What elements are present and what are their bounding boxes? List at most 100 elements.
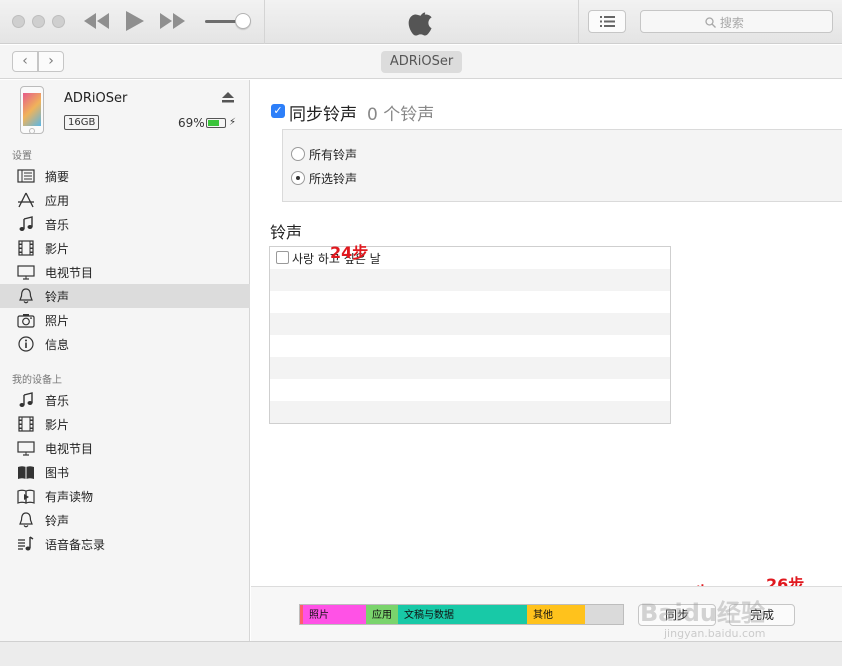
device-header[interactable]: ADRiOSer 16GB 69% ⚡ — [0, 80, 250, 142]
film-icon — [18, 416, 34, 432]
sidebar: ADRiOSer 16GB 69% ⚡ 设置 摘要 应用 音乐 影片 电视节目 铃声 照片信… — [0, 80, 250, 641]
sidebar-item-label: 电视节目 — [45, 442, 94, 456]
sidebar-item-label: 影片 — [45, 418, 70, 432]
main-panel: ✓ 同步铃声 0 个铃声 所有铃声 所选铃声 铃声 사랑 하고 싶은 날 — [251, 80, 842, 641]
sidebar-item[interactable]: 影片 — [0, 412, 250, 436]
apps-icon — [18, 192, 34, 208]
sidebar-item-label: 铃声 — [45, 290, 70, 304]
empty-list-row — [270, 335, 670, 357]
search-input[interactable]: 搜索 — [640, 10, 833, 33]
sidebar-item[interactable]: 照片 — [0, 308, 250, 332]
eject-icon[interactable] — [222, 92, 234, 103]
sidebar-item[interactable]: 影片 — [0, 236, 250, 260]
empty-list-row — [270, 379, 670, 401]
film-icon — [18, 240, 34, 256]
back-button[interactable]: ‹ — [12, 51, 38, 72]
device-name: ADRiOSer — [64, 91, 128, 106]
watermark: Baidu经验 — [640, 599, 765, 627]
search-placeholder: 搜索 — [719, 16, 744, 30]
radio-button[interactable] — [291, 147, 305, 161]
list-view-button[interactable] — [588, 10, 626, 33]
toolbar-divider — [264, 0, 265, 44]
sidebar-item-label: 信息 — [45, 338, 70, 352]
storage-segment: 其他 — [527, 605, 585, 624]
zoom-window-button[interactable] — [52, 15, 65, 28]
music-icon — [19, 216, 33, 231]
apple-logo-icon — [408, 12, 432, 36]
sidebar-item[interactable]: 有声读物 — [0, 484, 250, 508]
sidebar-item-label: 语音备忘录 — [45, 538, 106, 552]
camera-icon — [17, 314, 35, 328]
sidebar-item[interactable]: 信息 — [0, 332, 250, 356]
radio-all-label: 所有铃声 — [309, 148, 358, 162]
forward-button[interactable]: › — [38, 51, 64, 72]
search-icon — [705, 17, 716, 28]
sidebar-item[interactable]: 应用 — [0, 188, 250, 212]
storage-segment: 照片 — [303, 605, 366, 624]
sidebar-item[interactable]: 摘要 — [0, 164, 250, 188]
toolbar-divider — [578, 0, 579, 44]
ringtones-list: 사랑 하고 싶은 날 — [269, 246, 671, 424]
voice-memo-icon — [18, 536, 34, 551]
section-on-device: 我的设备上 — [12, 375, 62, 386]
sidebar-item-label: 影片 — [45, 242, 70, 256]
toolbar: 搜索 — [0, 0, 842, 44]
storage-segment: 应用 — [366, 605, 398, 624]
empty-list-row — [270, 313, 670, 335]
sidebar-item[interactable]: 铃声 — [0, 284, 250, 308]
sidebar-item[interactable]: 铃声 — [0, 508, 250, 532]
music-icon — [19, 392, 33, 407]
sidebar-item[interactable]: 语音备忘录 — [0, 532, 250, 556]
empty-list-row — [270, 357, 670, 379]
volume-slider-knob[interactable] — [235, 13, 251, 29]
play-icon[interactable] — [124, 11, 144, 31]
empty-list-row — [270, 269, 670, 291]
sidebar-item-label: 摘要 — [45, 170, 70, 184]
bell-icon — [19, 288, 33, 304]
empty-list-row — [270, 291, 670, 313]
sync-ringtones-label: 同步铃声 — [289, 105, 357, 125]
close-window-button[interactable] — [12, 15, 25, 28]
summary-icon — [17, 169, 35, 183]
step-annotation-24: 24步 — [330, 243, 369, 262]
bell-icon — [19, 512, 33, 528]
sidebar-item-label: 照片 — [45, 314, 70, 328]
minimize-window-button[interactable] — [32, 15, 45, 28]
info-icon — [18, 336, 34, 352]
sidebar-item-label: 有声读物 — [45, 490, 94, 504]
sync-ringtones-checkbox[interactable]: ✓ — [271, 104, 285, 118]
list-icon — [600, 16, 615, 27]
iphone-icon — [20, 86, 44, 134]
sidebar-item[interactable]: 图书 — [0, 460, 250, 484]
device-pill[interactable]: ADRiOSer — [381, 51, 462, 73]
sync-options-box: 所有铃声 所选铃声 — [282, 129, 842, 202]
sidebar-item-label: 音乐 — [45, 218, 70, 232]
sidebar-item[interactable]: 音乐 — [0, 212, 250, 236]
sidebar-item-label: 应用 — [45, 194, 70, 208]
empty-list-row — [270, 401, 670, 423]
radio-button[interactable] — [291, 171, 305, 185]
tv-icon — [17, 441, 35, 456]
capacity-badge: 16GB — [64, 115, 100, 130]
sidebar-item-label: 铃声 — [45, 514, 70, 528]
ringtone-checkbox[interactable] — [276, 251, 289, 264]
sidebar-item-label: 电视节目 — [45, 266, 94, 280]
sidebar-item-label: 图书 — [45, 466, 70, 480]
navigation-bar: ‹ › ADRiOSer — [0, 45, 842, 79]
battery-percent: 69% — [178, 116, 205, 130]
ringtones-section-title: 铃声 — [270, 223, 303, 242]
radio-selected-label: 所选铃声 — [309, 172, 358, 186]
storage-bar: 照片 应用 文稿与数据 其他 — [299, 604, 624, 625]
tv-icon — [17, 265, 35, 280]
book-icon — [18, 466, 34, 479]
audiobook-icon — [17, 489, 35, 504]
battery-icon — [206, 118, 226, 128]
sidebar-item[interactable]: 电视节目 — [0, 436, 250, 460]
section-settings: 设置 — [12, 151, 32, 162]
status-bar — [0, 641, 842, 666]
ringtone-count: 0 个铃声 — [367, 105, 435, 125]
sidebar-item[interactable]: 音乐 — [0, 388, 250, 412]
fast-forward-icon[interactable] — [160, 13, 186, 29]
rewind-icon[interactable] — [84, 13, 110, 29]
sidebar-item[interactable]: 电视节目 — [0, 260, 250, 284]
